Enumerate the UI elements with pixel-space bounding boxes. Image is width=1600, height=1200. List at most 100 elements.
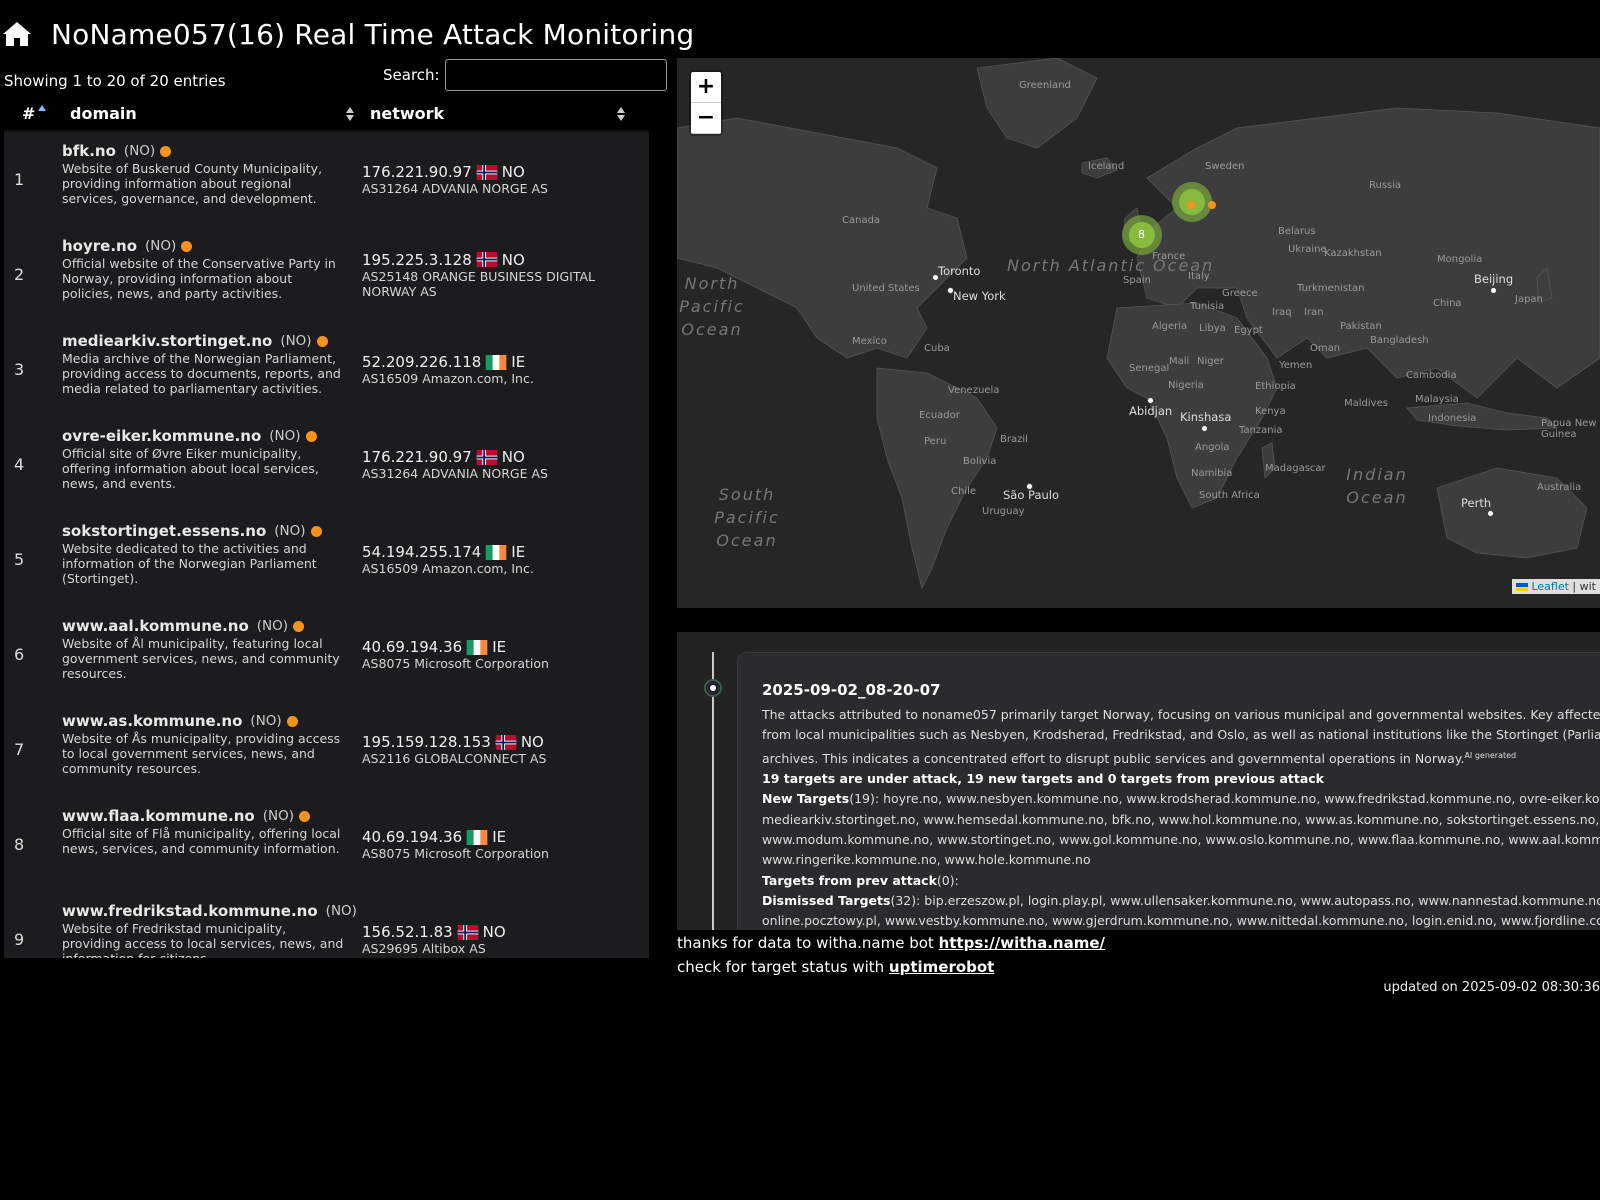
flag-no-icon: [495, 734, 517, 750]
network-cell: 52.209.226.118 IE AS16509 Amazon.com, Inc…: [362, 322, 642, 417]
timeline-summary: The attacks attributed to noname057 prim…: [762, 707, 1600, 929]
table-row[interactable]: 9 www.fredrikstad.kommune.no (NO) Website…: [4, 892, 649, 958]
domain-name[interactable]: sokstortinget.essens.no: [62, 522, 266, 540]
domain-name[interactable]: www.fredrikstad.kommune.no: [62, 902, 318, 920]
asn: AS2116 GLOBALCONNECT AS: [362, 751, 547, 766]
country: NO: [501, 250, 525, 269]
map-label: Mali: [1169, 356, 1190, 367]
ip-address: 52.209.226.118: [362, 353, 482, 371]
attack-map[interactable]: 8 Greenland Iceland Sweden Russia Canada…: [677, 58, 1600, 608]
table-header: # domain network: [4, 98, 649, 132]
country-code: (NO): [262, 808, 294, 824]
world-map-shapes: [677, 58, 1600, 590]
domain-name[interactable]: www.as.kommune.no: [62, 712, 242, 730]
city-label: Toronto: [938, 264, 981, 278]
ip-address: 156.52.1.83: [362, 923, 453, 941]
row-number: 4: [14, 455, 25, 474]
status-credit: check for target status with uptimerobot: [677, 958, 995, 976]
leaflet-link[interactable]: Leaflet: [1531, 580, 1568, 593]
map-label: Kazakhstan: [1324, 248, 1382, 259]
map-label: Belarus: [1278, 226, 1316, 237]
ip-address: 54.194.255.174: [362, 543, 482, 561]
status-dot-icon: [299, 810, 310, 822]
uptimerobot-link[interactable]: uptimerobot: [889, 958, 994, 976]
attack-timeline[interactable]: 2025-09-02_08-20-07 The attacks attribut…: [677, 632, 1600, 930]
table-row[interactable]: 2 hoyre.no (NO) Official website of the C…: [4, 227, 649, 322]
row-number: 9: [14, 930, 25, 949]
map-label: Kenya: [1255, 406, 1286, 417]
city-label: Perth: [1461, 496, 1492, 510]
domain-name[interactable]: bfk.no: [62, 142, 116, 160]
domain-name[interactable]: hoyre.no: [62, 237, 137, 255]
domain-name[interactable]: mediearkiv.stortinget.no: [62, 332, 272, 350]
map-label: Uruguay: [982, 506, 1025, 517]
map-label: Pakistan: [1340, 321, 1382, 332]
status-dot-icon: [310, 525, 322, 537]
map-label: Iceland: [1088, 161, 1125, 172]
column-header-network[interactable]: network: [364, 98, 649, 130]
ip-address: 40.69.194.36: [362, 638, 463, 656]
map-label: Venezuela: [948, 385, 1000, 396]
table-row[interactable]: 6 www.aal.kommune.no (NO) Website of Ål m…: [4, 607, 649, 702]
city-label: Beijing: [1474, 272, 1514, 286]
domain-cell: hoyre.no (NO) Official website of the Con…: [62, 237, 344, 301]
status-dot-icon: [181, 240, 193, 252]
map-label: Tanzania: [1239, 425, 1283, 436]
attack-marker: [1208, 201, 1216, 209]
column-header-domain[interactable]: domain: [64, 98, 364, 130]
domain-name[interactable]: www.flaa.kommune.no: [62, 807, 255, 825]
map-label: Malaysia: [1415, 394, 1459, 405]
map-label: Mexico: [852, 336, 887, 347]
zoom-control: + −: [689, 70, 723, 136]
status-dot-icon: [286, 715, 298, 727]
domain-name[interactable]: www.aal.kommune.no: [62, 617, 249, 635]
cluster-count[interactable]: 8: [1138, 228, 1145, 241]
table-row[interactable]: 8 www.flaa.kommune.no (NO) Official site …: [4, 797, 649, 892]
zoom-in-button[interactable]: +: [691, 72, 721, 103]
table-row[interactable]: 3 mediearkiv.stortinget.no (NO) Media arc…: [4, 322, 649, 417]
country-code: (NO): [325, 903, 357, 919]
witha-link[interactable]: https://witha.name/: [939, 934, 1105, 952]
map-label: Nigeria: [1168, 380, 1204, 391]
table-row[interactable]: 1 bfk.no (NO) Website of Buskerud County …: [4, 132, 649, 227]
domain-description: Media archive of the Norwegian Parliamen…: [62, 351, 341, 396]
home-icon[interactable]: [2, 21, 32, 47]
domain-description: Website of Fredrikstad municipality, pro…: [62, 921, 344, 958]
country-code: (NO): [250, 713, 282, 729]
table-row[interactable]: 5 sokstortinget.essens.no (NO) Website de…: [4, 512, 649, 607]
row-number: 3: [14, 360, 25, 379]
map-label: Oman: [1310, 343, 1341, 354]
domain-cell: www.aal.kommune.no (NO) Website of Ål mun…: [62, 617, 344, 681]
row-number: 7: [14, 740, 25, 759]
column-header-num[interactable]: #: [4, 98, 64, 130]
ip-address: 40.69.194.36: [362, 828, 463, 846]
flag-no-icon: [476, 252, 498, 267]
table-row[interactable]: 4 ovre-eiker.kommune.no (NO) Official sit…: [4, 417, 649, 512]
domain-cell: ovre-eiker.kommune.no (NO) Official site …: [62, 427, 344, 491]
row-number: 2: [14, 265, 25, 284]
country-code: (NO): [269, 428, 301, 444]
search-box: Search:: [383, 59, 667, 91]
attack-marker: [1187, 201, 1195, 209]
asn: AS8075 Microsoft Corporation: [362, 846, 549, 861]
flag-ie-icon: [466, 639, 488, 655]
map-label: Egypt: [1234, 325, 1263, 336]
country: NO: [501, 163, 525, 181]
map-label: Angola: [1195, 442, 1230, 453]
map-label: Iraq: [1272, 307, 1292, 318]
row-number: 8: [14, 835, 25, 854]
search-input[interactable]: [444, 59, 667, 91]
zoom-out-button[interactable]: −: [691, 103, 721, 134]
domain-cell: www.flaa.kommune.no (NO) Official site of…: [62, 807, 344, 856]
table-row[interactable]: 7 www.as.kommune.no (NO) Website of Ås mu…: [4, 702, 649, 797]
row-number: 6: [14, 645, 25, 664]
ukraine-flag-icon: [1515, 583, 1528, 591]
row-number: 1: [14, 170, 25, 189]
network-cell: 40.69.194.36 IE AS8075 Microsoft Corporat…: [362, 607, 642, 702]
asn: AS16509 Amazon.com, Inc.: [362, 561, 534, 576]
timeline-node-icon: [704, 679, 722, 697]
flag-no-icon: [476, 449, 498, 465]
map-label: China: [1433, 298, 1462, 309]
ocean-label: South Pacific Ocean: [714, 485, 780, 550]
domain-name[interactable]: ovre-eiker.kommune.no: [62, 427, 261, 445]
